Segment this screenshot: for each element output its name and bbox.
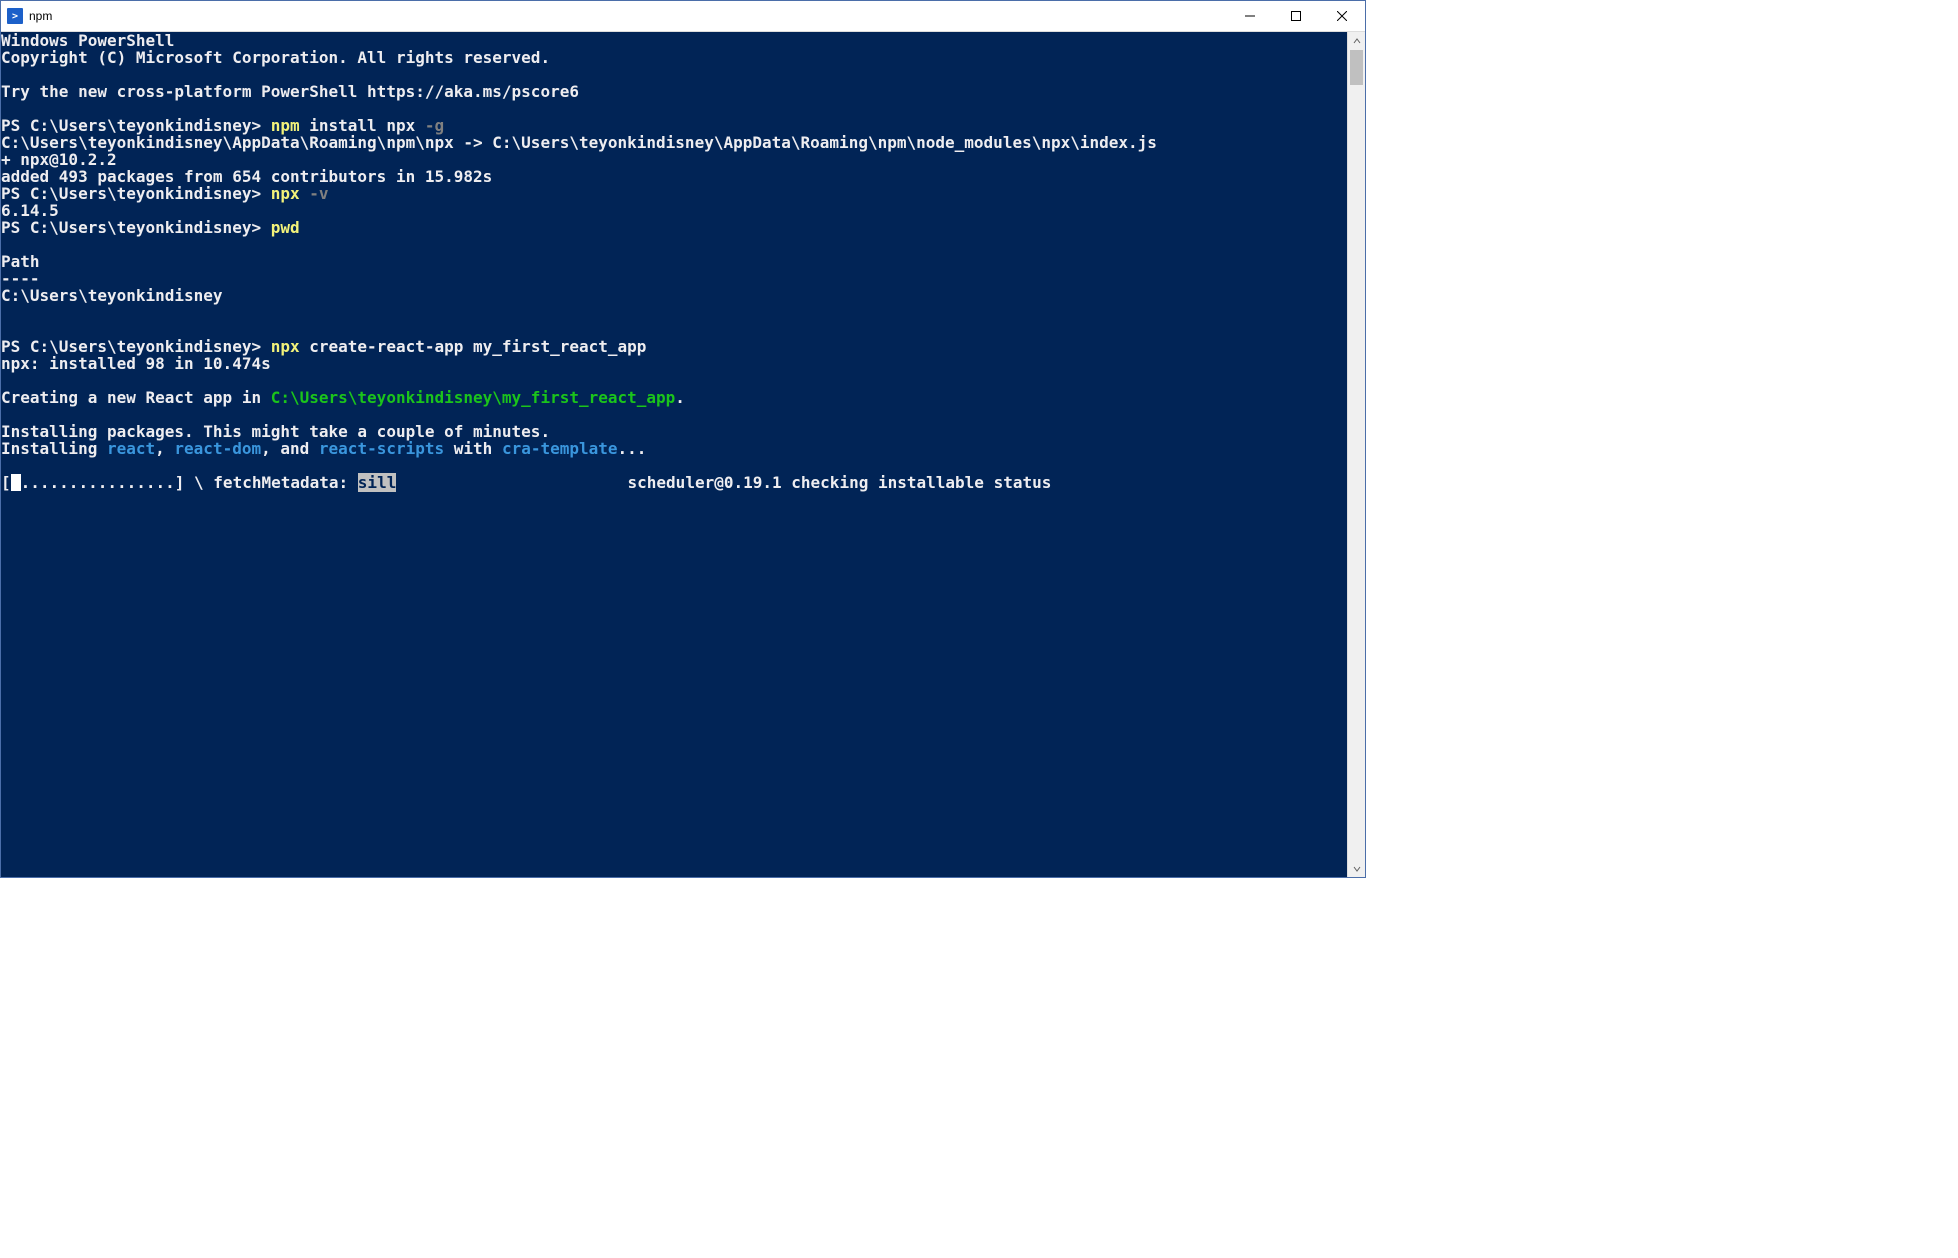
progress-gap [396, 473, 627, 492]
cmd-npx: npx [271, 337, 300, 356]
powershell-icon: > [7, 8, 23, 24]
pkg-react-dom: react-dom [174, 439, 261, 458]
installing-pre: Installing [1, 439, 107, 458]
scroll-down-button[interactable] [1348, 860, 1365, 877]
close-button[interactable] [1319, 1, 1365, 31]
pkg-react: react [107, 439, 155, 458]
cmd-pwd: pwd [271, 218, 300, 237]
minimize-button[interactable] [1227, 1, 1273, 31]
title-left: > npm [1, 8, 52, 24]
progress-bar: ................] \ fetchMetadata: [21, 473, 358, 492]
output-path: C:\Users\teyonkindisney [1, 286, 223, 305]
terminal-viewport[interactable]: Windows PowerShell Copyright (C) Microso… [1, 32, 1347, 877]
output-line: npx: installed 98 in 10.474s [1, 354, 271, 373]
pkg-cra-template: cra-template [502, 439, 618, 458]
sep: , [155, 439, 174, 458]
creating-pre: Creating a new React app in [1, 388, 271, 407]
maximize-icon [1291, 11, 1301, 21]
scroll-up-button[interactable] [1348, 32, 1365, 49]
client-area: Windows PowerShell Copyright (C) Microso… [1, 32, 1365, 877]
output-line: C:\Users\teyonkindisney\AppData\Roaming\… [1, 133, 1157, 152]
installing-post: ... [618, 439, 647, 458]
minimize-icon [1245, 11, 1255, 21]
progress-cursor [11, 474, 21, 491]
progress-suffix: scheduler@0.19.1 checking installable st… [628, 473, 1052, 492]
progress-open: [ [1, 473, 11, 492]
creating-path: C:\Users\teyonkindisney\my_first_react_a… [271, 388, 676, 407]
creating-post: . [675, 388, 685, 407]
close-icon [1337, 11, 1347, 21]
progress-sill: sill [358, 473, 397, 492]
window-title: npm [29, 9, 52, 23]
powershell-window: > npm Windows PowerShell Copyright (C) M… [0, 0, 1366, 878]
cmd-flag: -v [300, 184, 329, 203]
chevron-up-icon [1353, 37, 1361, 45]
chevron-down-icon [1353, 865, 1361, 873]
welcome-line-2: Copyright (C) Microsoft Corporation. All… [1, 48, 550, 67]
title-bar[interactable]: > npm [1, 1, 1365, 32]
sep: with [444, 439, 502, 458]
scroll-thumb[interactable] [1350, 50, 1363, 85]
window-controls [1227, 1, 1365, 31]
cmd-npx: npx [271, 184, 300, 203]
prompt: PS C:\Users\teyonkindisney> [1, 218, 271, 237]
cmd-args: create-react-app my_first_react_app [300, 337, 647, 356]
maximize-button[interactable] [1273, 1, 1319, 31]
sep: , and [261, 439, 319, 458]
welcome-line-3: Try the new cross-platform PowerShell ht… [1, 82, 579, 101]
pkg-react-scripts: react-scripts [319, 439, 444, 458]
vertical-scrollbar[interactable] [1347, 32, 1365, 877]
